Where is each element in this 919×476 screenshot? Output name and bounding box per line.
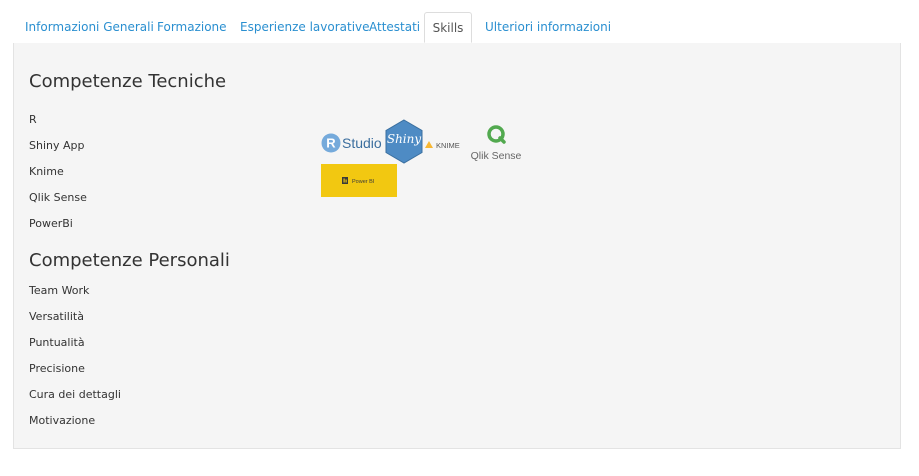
svg-text:Power BI: Power BI <box>352 179 375 185</box>
personal-skills-heading: Competenze Personali <box>29 250 230 271</box>
skill-item: PowerBi <box>29 217 73 230</box>
skills-panel: Competenze Tecniche R Shiny App Knime Ql… <box>13 43 901 449</box>
technical-skills-heading: Competenze Tecniche <box>29 71 227 92</box>
knime-logo: KNIME <box>425 137 465 151</box>
svg-text:Shiny: Shiny <box>387 132 422 146</box>
tab-informazioni-generali[interactable]: Informazioni Generali <box>25 12 154 42</box>
svg-text:KNIME: KNIME <box>436 141 460 150</box>
svg-text:R: R <box>326 136 336 151</box>
power-bi-logo: Power BI <box>321 164 397 197</box>
skill-item: Shiny App <box>29 139 85 152</box>
tab-esperienze-lavorative[interactable]: Esperienze lavorative <box>240 12 370 42</box>
skill-item: Puntualità <box>29 336 85 349</box>
skill-item: Cura dei dettagli <box>29 388 121 401</box>
rstudio-logo: R Studio <box>321 131 383 155</box>
tab-formazione[interactable]: Formazione <box>157 12 227 42</box>
skill-item: Knime <box>29 165 64 178</box>
svg-text:Studio: Studio <box>342 135 382 151</box>
skill-item: Versatilità <box>29 310 84 323</box>
skill-item: Team Work <box>29 284 90 297</box>
qlik-sense-logo: Qlik Sense <box>467 123 527 163</box>
skill-item: Precisione <box>29 362 85 375</box>
tab-skills[interactable]: Skills <box>424 12 472 43</box>
tab-attestati[interactable]: Attestati <box>369 12 420 42</box>
tab-ulteriori-informazioni[interactable]: Ulteriori informazioni <box>485 12 611 42</box>
svg-text:Qlik Sense: Qlik Sense <box>471 150 522 162</box>
skill-item: Qlik Sense <box>29 191 87 204</box>
tab-bar: Informazioni Generali Formazione Esperie… <box>13 12 901 44</box>
shiny-logo: Shiny <box>384 119 424 164</box>
skill-item: Motivazione <box>29 414 96 427</box>
skill-item: R <box>29 113 37 126</box>
